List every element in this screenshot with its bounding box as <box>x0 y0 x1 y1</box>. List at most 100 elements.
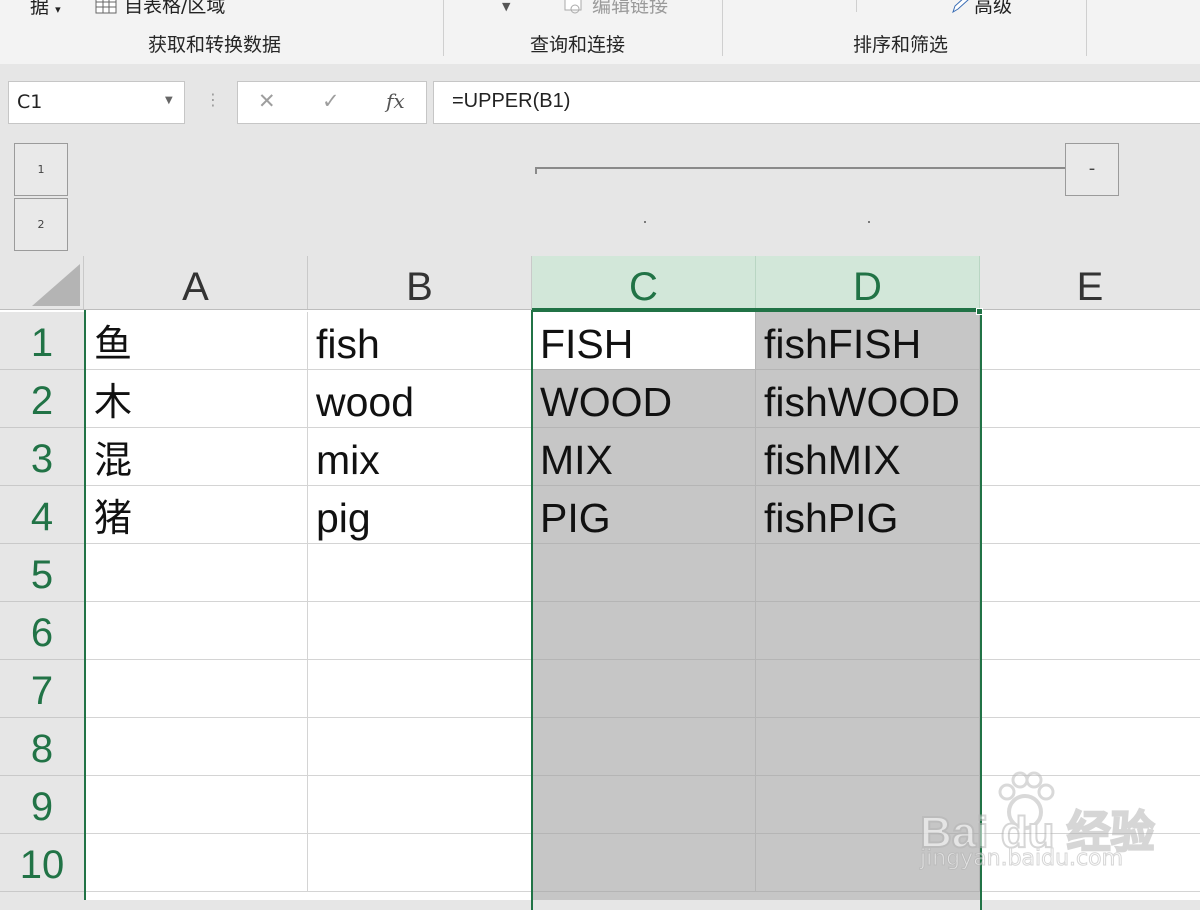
cell-a8[interactable] <box>86 718 308 776</box>
cell-a1[interactable]: 鱼 <box>86 312 308 370</box>
row-header-4[interactable]: 4 <box>0 486 84 544</box>
outline-area <box>0 134 1200 256</box>
cell-e6[interactable] <box>980 602 1200 660</box>
cell-c8[interactable] <box>532 718 756 776</box>
name-box-value: C1 <box>17 91 43 113</box>
row-header-3[interactable]: 3 <box>0 428 84 486</box>
cell-e9[interactable] <box>980 776 1200 834</box>
cell-d2[interactable]: fishWOOD <box>756 370 980 428</box>
cell-c7[interactable] <box>532 660 756 718</box>
row-header-5[interactable]: 5 <box>0 544 84 602</box>
cell-a3[interactable]: 混 <box>86 428 308 486</box>
cell-e2[interactable] <box>980 370 1200 428</box>
get-data-button[interactable]: 据 ▾ <box>30 0 61 22</box>
formula-input[interactable]: =UPPER(B1) <box>433 81 1200 124</box>
cell-e7[interactable] <box>980 660 1200 718</box>
cell-c10[interactable] <box>532 834 756 892</box>
cell-e5[interactable] <box>980 544 1200 602</box>
table-icon <box>95 0 117 18</box>
cell-a10[interactable] <box>86 834 308 892</box>
cell-a6[interactable] <box>86 602 308 660</box>
cell-d4[interactable]: fishPIG <box>756 486 980 544</box>
cell-b10[interactable] <box>308 834 532 892</box>
column-header-e[interactable]: E <box>980 256 1200 310</box>
row-header-10[interactable]: 10 <box>0 834 84 892</box>
cancel-icon[interactable]: ✕ <box>258 89 276 113</box>
advanced-filter-button[interactable]: 高级 <box>974 0 1012 18</box>
cell-a5[interactable] <box>86 544 308 602</box>
cell-d10[interactable] <box>756 834 980 892</box>
cell-b6[interactable] <box>308 602 532 660</box>
cell-e1[interactable] <box>980 312 1200 370</box>
group-label-get-transform: 获取和转换数据 <box>148 34 282 56</box>
enter-icon[interactable]: ✓ <box>322 89 340 113</box>
column-header-a[interactable]: A <box>84 256 308 310</box>
column-header-b[interactable]: B <box>308 256 532 310</box>
from-table-range-button[interactable]: 自表格/区域 <box>124 0 225 18</box>
group-divider <box>443 0 444 56</box>
cell-c9[interactable] <box>532 776 756 834</box>
drag-handle-icon[interactable]: ⋮ <box>205 92 221 108</box>
select-all-button[interactable] <box>0 256 84 310</box>
cell-d6[interactable] <box>756 602 980 660</box>
outline-collapse-button[interactable]: - <box>1065 143 1119 196</box>
cell-c6[interactable] <box>532 602 756 660</box>
cell-c2[interactable]: WOOD <box>532 370 756 428</box>
row-header-6[interactable]: 6 <box>0 602 84 660</box>
cell-c1[interactable]: FISH <box>532 312 756 370</box>
cell-b9[interactable] <box>308 776 532 834</box>
edit-links-button[interactable]: 编辑链接 <box>592 0 668 18</box>
group-divider <box>722 0 723 56</box>
row-header-2[interactable]: 2 <box>0 370 84 428</box>
formula-bar-area: C1 ▼ ⋮ ✕ ✓ fx =UPPER(B1) <box>0 64 1200 134</box>
group-divider <box>1086 0 1087 56</box>
selected-header-underline <box>532 308 980 310</box>
cell-e8[interactable] <box>980 718 1200 776</box>
outline-dot <box>868 221 870 223</box>
name-box-dropdown-icon[interactable]: ▼ <box>165 95 173 106</box>
row-header-7[interactable]: 7 <box>0 660 84 718</box>
cell-c4[interactable]: PIG <box>532 486 756 544</box>
formula-text: =UPPER(B1) <box>452 90 571 112</box>
cell-d3[interactable]: fishMIX <box>756 428 980 486</box>
cell-c3[interactable]: MIX <box>532 428 756 486</box>
cell-b7[interactable] <box>308 660 532 718</box>
cell-b3[interactable]: mix <box>308 428 532 486</box>
cell-d9[interactable] <box>756 776 980 834</box>
group-label-queries-connections: 查询和连接 <box>530 34 626 56</box>
ribbon: 据 ▾ 自表格/区域 获取和转换数据 ▼ 编辑链接 查询和连接 ⌃ 高级 排序和… <box>0 0 1200 65</box>
column-header-c[interactable]: C <box>532 256 756 310</box>
cell-b5[interactable] <box>308 544 532 602</box>
outline-level-1-button[interactable]: 1 <box>14 143 68 196</box>
cell-c5[interactable] <box>532 544 756 602</box>
cell-e4[interactable] <box>980 486 1200 544</box>
cell-d7[interactable] <box>756 660 980 718</box>
cell-a7[interactable] <box>86 660 308 718</box>
selected-range-continuation <box>532 892 980 900</box>
cell-d5[interactable] <box>756 544 980 602</box>
reapply-icon[interactable]: ⌃ <box>746 0 758 8</box>
name-box[interactable]: C1 ▼ <box>8 81 185 124</box>
cell-a2[interactable]: 木 <box>86 370 308 428</box>
cell-d1[interactable]: fishFISH <box>756 312 980 370</box>
row-header-9[interactable]: 9 <box>0 776 84 834</box>
column-header-d[interactable]: D <box>756 256 980 310</box>
row-header-1[interactable]: 1 <box>0 312 84 370</box>
dropdown-arrow-icon[interactable]: ▼ <box>502 0 510 13</box>
cell-b1[interactable]: fish <box>308 312 532 370</box>
cell-b2[interactable]: wood <box>308 370 532 428</box>
outline-level-2-button[interactable]: 2 <box>14 198 68 251</box>
cell-a4[interactable]: 猪 <box>86 486 308 544</box>
link-icon <box>563 0 585 18</box>
cell-d8[interactable] <box>756 718 980 776</box>
cell-a9[interactable] <box>86 776 308 834</box>
small-divider <box>856 0 857 12</box>
row-header-8[interactable]: 8 <box>0 718 84 776</box>
cell-e10[interactable] <box>980 834 1200 892</box>
outline-dot <box>644 221 646 223</box>
insert-function-icon[interactable]: fx <box>386 89 405 113</box>
fill-handle[interactable] <box>976 308 983 315</box>
cell-e3[interactable] <box>980 428 1200 486</box>
cell-b4[interactable]: pig <box>308 486 532 544</box>
cell-b8[interactable] <box>308 718 532 776</box>
